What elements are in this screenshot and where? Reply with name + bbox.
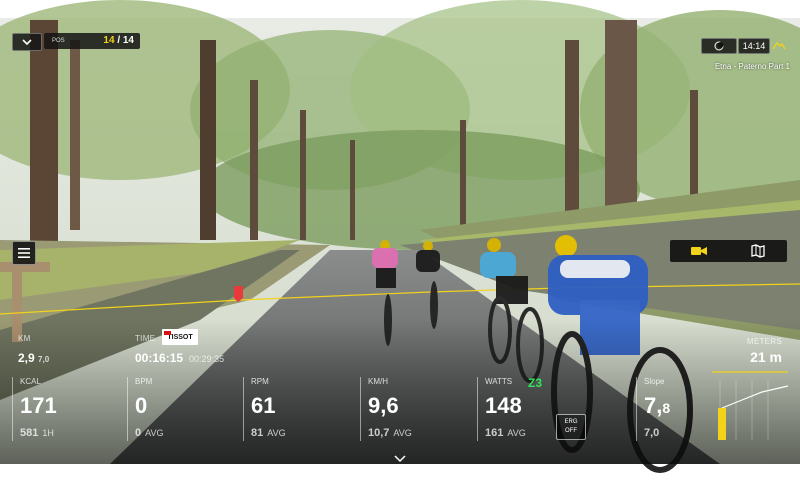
video-camera-icon [691, 247, 707, 255]
hamburger-menu-icon [18, 248, 30, 258]
view-switcher [670, 240, 787, 262]
metric-sub: 7,0 [644, 427, 660, 439]
metric-divider [636, 377, 637, 441]
distance-current: 2,9 [18, 351, 35, 365]
metric-sub-value: 581 [20, 427, 39, 439]
camera-view-button[interactable] [670, 240, 728, 262]
metric-label: KCAL [20, 377, 41, 386]
metric-sub-unit: 1H [42, 428, 54, 438]
distance-total: 7,0 [38, 355, 50, 364]
meters-value: 21 m [750, 349, 782, 365]
metric-sub: 161 AVG [485, 427, 526, 439]
position-total: / 14 [117, 35, 134, 46]
metric-label: BPM [135, 377, 153, 386]
metric-sub-value: 161 [485, 427, 504, 439]
theme-toggle-button[interactable] [701, 38, 737, 54]
position-value: 14 / 14 [103, 33, 134, 49]
metric-value: 0 [135, 393, 148, 418]
metric-speed: KM/H 9,6 10,7 AVG [360, 375, 476, 443]
metric-sub-unit: AVG [507, 428, 526, 438]
metric-rpm: RPM 61 81 AVG [243, 375, 359, 443]
metric-sub: 0 AVG [135, 427, 163, 439]
distance-label: KM [18, 334, 31, 343]
menu-button[interactable] [12, 241, 36, 265]
metric-value: 61 [251, 393, 276, 418]
metric-label: WATTS [485, 377, 513, 386]
metric-sub-unit: AVG [393, 428, 412, 438]
metric-sub: 81 AVG [251, 427, 286, 439]
map-icon [751, 244, 765, 258]
clock-text: 14:14 [742, 41, 766, 51]
metric-value: 171 [20, 393, 57, 418]
metric-sub: 10,7 AVG [368, 427, 412, 439]
clock-display: 14:14 [738, 38, 770, 54]
metric-sub-unit: AVG [145, 428, 164, 438]
collapse-button[interactable] [12, 33, 42, 51]
moon-icon [714, 41, 724, 51]
metric-divider [243, 377, 244, 441]
erg-state: OFF [565, 428, 577, 434]
sponsor-logo: TISSOT [162, 329, 198, 345]
position-current: 14 [103, 35, 115, 46]
metric-value: 148 [485, 393, 522, 418]
meters-label: METERS [746, 337, 782, 346]
metric-bpm: BPM 0 0 AVG [127, 375, 243, 443]
metric-sub-value: 0 [135, 427, 142, 439]
time-remaining: 00:29:35 [189, 354, 225, 364]
metric-divider [477, 377, 478, 441]
time-label: TIME [135, 334, 156, 343]
map-view-button[interactable] [729, 240, 787, 262]
slope-profile-graphic [712, 371, 788, 440]
course-name: Etna - Paterno Part 1 [714, 62, 790, 71]
metric-label: Slope [644, 377, 665, 386]
metric-kcal: KCAL 171 581 1H [12, 375, 126, 443]
time-elapsed: 00:16:15 [135, 351, 184, 365]
metric-divider [127, 377, 128, 441]
erg-toggle-button[interactable]: ERG OFF [556, 414, 586, 440]
chevron-down-icon [22, 38, 32, 45]
distance-value: 2,9 7,0 [18, 351, 49, 365]
power-zone-badge: Z3 [528, 376, 543, 390]
metric-sub-value: 81 [251, 427, 264, 439]
chevron-down-icon[interactable] [394, 455, 406, 463]
metric-value: 7,8 [644, 393, 670, 419]
erg-label: ERG [564, 419, 578, 425]
metric-divider [360, 377, 361, 441]
metric-sub-value: 10,7 [368, 427, 390, 439]
position-label: POS [52, 38, 65, 44]
metric-label: RPM [251, 377, 269, 386]
metric-value: 9,6 [368, 393, 399, 418]
time-value: 00:16:15 00:29:35 [135, 351, 224, 365]
metric-sub: 581 1H [20, 427, 54, 439]
metric-divider [12, 377, 13, 441]
slope-value-dec: 8 [662, 400, 671, 416]
position-indicator: POS 14 / 14 [44, 33, 140, 49]
metric-sub-unit: AVG [267, 428, 286, 438]
mountain-icon [772, 41, 786, 50]
metric-label: KM/H [368, 377, 388, 386]
slope-value-int: 7, [644, 393, 663, 418]
